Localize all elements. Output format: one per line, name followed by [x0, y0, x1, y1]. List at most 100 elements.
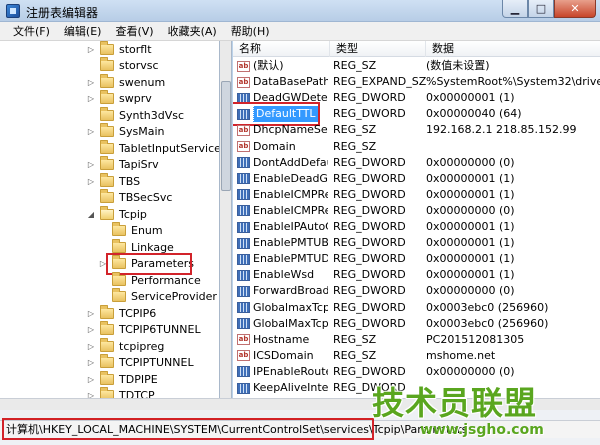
folder-icon — [100, 370, 114, 385]
tree-item[interactable]: ▷ SysMain — [86, 123, 164, 140]
tree-item[interactable]: ServiceProvider — [98, 288, 217, 305]
value-row[interactable]: EnableICMPRe... REG_DWORD 0x00000001 (1) — [233, 187, 600, 203]
value-row[interactable]: ab (默认) REG_SZ (数值未设置) — [233, 58, 600, 74]
menu-edit[interactable]: 编辑(E) — [57, 22, 109, 41]
value-data: mshome.net — [426, 348, 496, 362]
folder-icon — [100, 73, 114, 88]
value-row[interactable]: EnablePMTUB... REG_DWORD 0x00000001 (1) — [233, 235, 600, 251]
tree-item-label: swenum — [119, 75, 166, 89]
expand-arrow-icon[interactable]: ▷ — [86, 308, 96, 318]
menu-help[interactable]: 帮助(H) — [224, 22, 277, 41]
tree-item[interactable]: ▷ storflt — [86, 41, 152, 57]
menu-bar: 文件(F) 编辑(E) 查看(V) 收藏夹(A) 帮助(H) — [0, 22, 600, 41]
values-list-pane[interactable]: 名称 类型 数据 ab (默认) REG_SZ (数值未设置) ab DataBasePa… — [233, 41, 600, 398]
menu-favorites[interactable]: 收藏夹(A) — [161, 22, 224, 41]
value-row[interactable]: EnableICMPRe... REG_DWORD 0x00000000 (0) — [233, 203, 600, 219]
tree-item[interactable]: ▷ TapiSrv — [86, 156, 159, 173]
value-row[interactable]: ForwardBroad... REG_DWORD 0x00000000 (0) — [233, 283, 600, 299]
expand-arrow-icon[interactable]: ▷ — [86, 44, 96, 54]
minimize-icon: ▁ — [510, 2, 520, 15]
tree-item[interactable]: ▷ swenum — [86, 73, 166, 90]
tree-item[interactable]: Enum — [98, 222, 163, 239]
tree-item[interactable]: ◢ Tcpip — [86, 205, 147, 222]
tree-item[interactable]: Performance — [98, 271, 201, 288]
tree-item[interactable]: Synth3dVsc — [86, 106, 184, 123]
value-row[interactable]: EnablePMTUDi... REG_DWORD 0x00000001 (1) — [233, 251, 600, 267]
value-row[interactable]: GlobalmaxTcp... REG_DWORD 0x0003ebc0 (2569… — [233, 300, 600, 316]
expand-arrow-icon — [86, 61, 96, 71]
tree-item[interactable]: ▷ TCPIPTUNNEL — [86, 354, 194, 371]
string-value-icon: ab — [237, 76, 250, 88]
value-row[interactable]: ab Domain REG_SZ — [233, 139, 600, 155]
binary-value-icon — [237, 382, 250, 394]
column-data-header[interactable]: 数据 — [426, 41, 600, 57]
folder-icon — [112, 222, 126, 236]
value-row[interactable]: EnableIPAutoC... REG_DWORD 0x00000001 (1) — [233, 219, 600, 235]
tree-vertical-scrollbar[interactable] — [220, 41, 232, 398]
value-data: %SystemRoot%\System32\drivers\ — [426, 75, 600, 89]
expand-arrow-icon[interactable]: ▷ — [86, 176, 96, 186]
value-data: 0x00000040 (64) — [426, 107, 522, 121]
menu-file[interactable]: 文件(F) — [6, 22, 57, 41]
expand-arrow-icon[interactable]: ▷ — [86, 391, 96, 398]
tree-item[interactable]: ▷ TCPIP6 — [86, 304, 156, 321]
close-button[interactable]: ✕ — [554, 0, 596, 18]
value-row[interactable]: EnableWsd REG_DWORD 0x00000001 (1) — [233, 267, 600, 283]
expand-arrow-icon[interactable]: ▷ — [86, 325, 96, 335]
value-row[interactable]: ab Hostname REG_SZ PC201512081305 — [233, 332, 600, 348]
tree-item[interactable]: storvsc — [86, 57, 159, 74]
tree-item-label: storflt — [119, 42, 152, 56]
value-data: 0x00000000 (0) — [426, 284, 515, 298]
tree-item-label: TCPIPTUNNEL — [119, 356, 194, 369]
binary-value-icon — [237, 318, 250, 330]
value-row[interactable]: ab DataBasePath REG_EXPAND_SZ %SystemRoot%\… — [233, 74, 600, 90]
column-name-header[interactable]: 名称 — [233, 41, 330, 57]
tree-item-label: TCPIP6TUNNEL — [119, 323, 201, 336]
string-value-icon: ab — [237, 334, 250, 346]
value-type: REG_DWORD — [333, 91, 406, 105]
tree-item[interactable]: ▷ TCPIP6TUNNEL — [86, 321, 201, 338]
column-type-header[interactable]: 类型 — [330, 41, 426, 57]
tree-item[interactable]: ▷ TDTCP — [86, 387, 155, 398]
value-row[interactable]: EnableDeadG... REG_DWORD 0x00000001 (1) — [233, 171, 600, 187]
regedit-app-icon — [6, 4, 20, 18]
value-name-cell: ab ICSDomain — [237, 348, 328, 364]
tree-scroll-thumb[interactable] — [221, 81, 231, 191]
title-bar[interactable]: 注册表编辑器 ▁ □ ✕ — [0, 0, 600, 22]
collapse-arrow-icon[interactable]: ◢ — [86, 209, 96, 219]
value-row[interactable]: DontAddDefau... REG_DWORD 0x00000000 (0) — [233, 155, 600, 171]
expand-arrow-icon[interactable]: ▷ — [86, 358, 96, 368]
expand-arrow-icon[interactable]: ▷ — [86, 127, 96, 137]
binary-value-icon — [237, 253, 250, 265]
expand-arrow-icon[interactable]: ▷ — [86, 94, 96, 104]
tree-item-label: storvsc — [119, 59, 159, 72]
value-name: EnableIPAutoC... — [253, 220, 328, 233]
close-icon: ✕ — [570, 2, 580, 15]
tree-item[interactable]: TabletInputService — [86, 139, 219, 156]
value-data: 0x00000001 (1) — [426, 268, 515, 282]
minimize-button[interactable]: ▁ — [502, 0, 528, 18]
value-row[interactable]: GlobalMaxTcp... REG_DWORD 0x0003ebc0 (2569… — [233, 316, 600, 332]
tree-item[interactable]: ▷ TDPIPE — [86, 370, 158, 387]
value-data: 0x00000001 (1) — [426, 220, 515, 233]
maximize-button[interactable]: □ — [528, 0, 554, 18]
value-row[interactable]: ab ICSDomain REG_SZ mshome.net — [233, 348, 600, 364]
expand-arrow-icon[interactable]: ▷ — [86, 374, 96, 384]
tree-item[interactable]: ▷ swprv — [86, 90, 152, 107]
folder-icon — [100, 57, 114, 71]
window-title: 注册表编辑器 — [26, 6, 99, 20]
value-name: ForwardBroad... — [253, 284, 328, 298]
tree-item[interactable]: ▷ tcpipreg — [86, 337, 164, 354]
value-row[interactable]: abDhcpNameSer... REG_SZ 192.168.2.1 218.85… — [233, 122, 600, 138]
expand-arrow-icon[interactable]: ▷ — [86, 77, 96, 87]
value-name-cell: KeepAliveInter... — [237, 380, 328, 396]
key-tree-pane[interactable]: ▷ storflt storvsc ▷ swenum ▷ swprv Synth3dVsc ▷ S… — [0, 41, 220, 398]
expand-arrow-icon[interactable]: ▷ — [86, 160, 96, 170]
expand-arrow-icon — [86, 110, 96, 120]
tree-item[interactable]: ▷ TBS — [86, 172, 140, 189]
menu-view[interactable]: 查看(V) — [108, 22, 160, 41]
expand-arrow-icon[interactable]: ▷ — [86, 341, 96, 351]
tree-item[interactable]: TBSecSvc — [86, 189, 172, 206]
folder-icon — [100, 156, 114, 170]
value-name: EnableDeadG... — [253, 171, 328, 185]
